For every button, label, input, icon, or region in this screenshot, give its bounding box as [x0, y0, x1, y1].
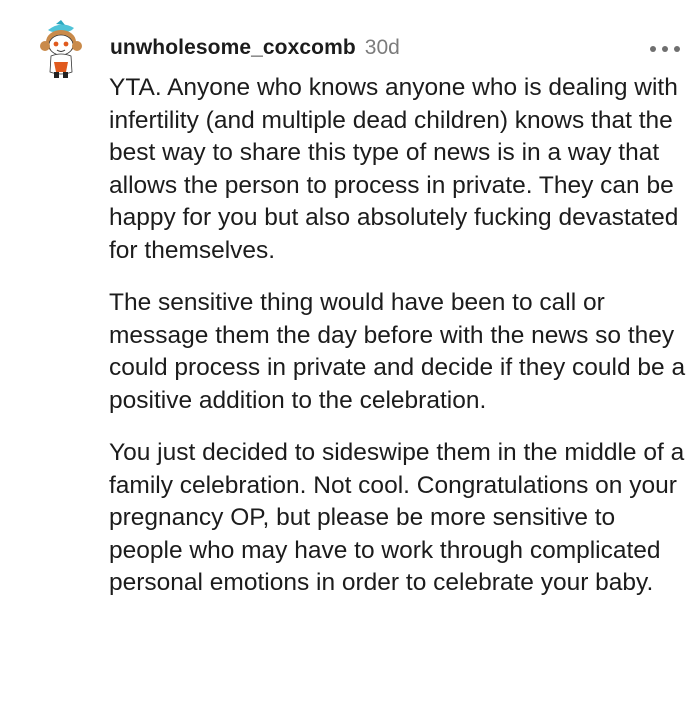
dot-icon: [674, 46, 680, 52]
comment-paragraph: YTA. Anyone who knows anyone who is deal…: [109, 74, 679, 264]
comment-age: 30d: [364, 36, 400, 59]
comment-author[interactable]: unwholesome_coxcomb: [110, 36, 356, 60]
comment-paragraph: You just decided to sideswipe them in th…: [109, 439, 685, 596]
dot-icon: [662, 46, 668, 52]
comment-paragraph: The sensitive thing would have been to c…: [109, 289, 686, 414]
snoo-avatar-icon[interactable]: [36, 20, 86, 80]
more-options-icon[interactable]: [650, 37, 680, 61]
comment-header: unwholesome_coxcomb 30d: [110, 33, 680, 63]
comment: unwholesome_coxcomb 30d YTA. Anyone who …: [0, 0, 700, 715]
comment-body: YTA. Anyone who knows anyone who is deal…: [109, 72, 689, 620]
dot-icon: [650, 46, 656, 52]
